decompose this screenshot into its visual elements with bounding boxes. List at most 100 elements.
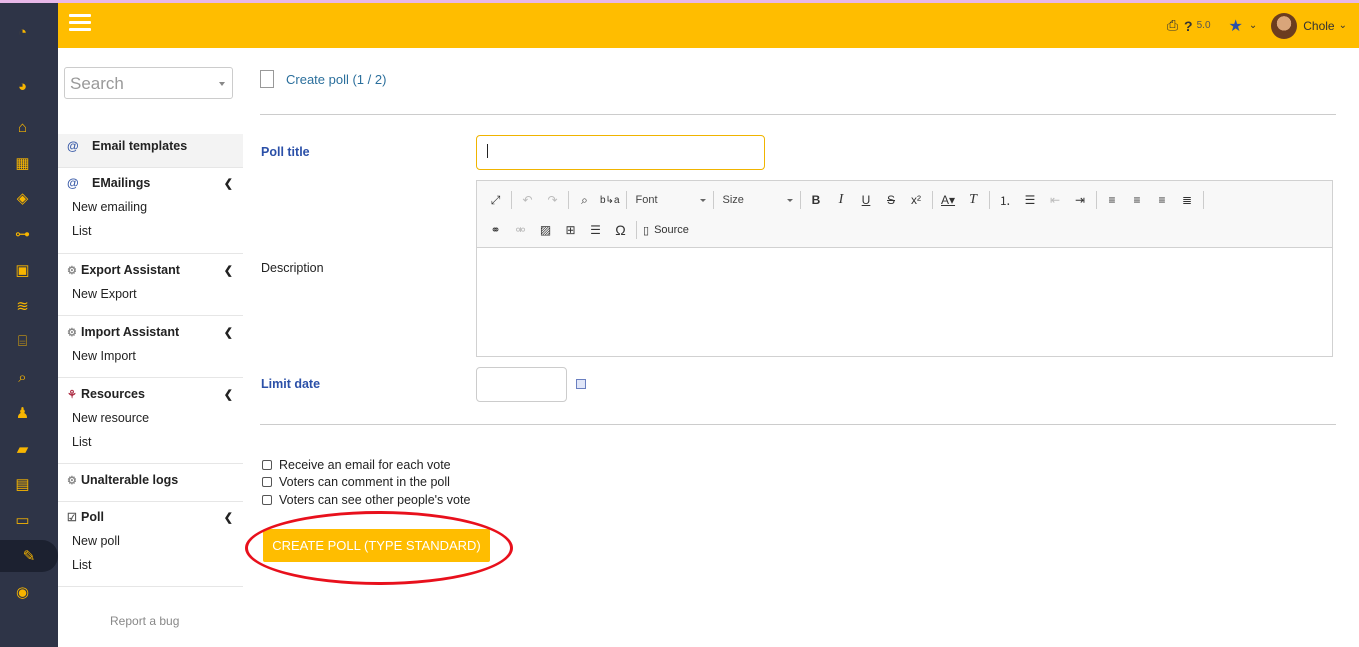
sidebar-item-resource-list[interactable]: List bbox=[58, 430, 243, 454]
table-icon[interactable]: ⊞ bbox=[558, 219, 583, 241]
user-chevron-icon[interactable]: ⌄ bbox=[1339, 20, 1347, 31]
avatar[interactable] bbox=[1271, 12, 1298, 39]
briefcase-icon[interactable]: ▣ bbox=[0, 254, 45, 286]
bold-icon[interactable]: B bbox=[804, 189, 829, 211]
menu-import: ⚙ Import Assistant ❮ New Import bbox=[58, 320, 243, 378]
editor-toolbar: ⤢ ↶ ↷ ⌕ b↳a Font Size B I U S x² A▾ T ⒈ … bbox=[477, 181, 1332, 248]
checkbox-email-each-vote[interactable]: Receive an email for each vote bbox=[262, 458, 451, 472]
maximize-icon[interactable]: ⤢ bbox=[483, 189, 508, 211]
align-right-icon[interactable]: ≡ bbox=[1150, 189, 1175, 211]
menu-emailings-title[interactable]: @ EMailings ❮ bbox=[58, 171, 243, 195]
building-icon[interactable]: ▦ bbox=[0, 147, 45, 179]
sidebar-item-new-poll[interactable]: New poll bbox=[58, 529, 243, 553]
sidebar-item-new-import[interactable]: New Import bbox=[58, 344, 243, 368]
special-char-icon[interactable]: Ω bbox=[608, 219, 633, 241]
checkbox[interactable] bbox=[262, 460, 272, 470]
image-icon[interactable]: ▨ bbox=[533, 219, 558, 241]
search-input[interactable]: Search bbox=[64, 67, 233, 99]
bulleted-list-icon[interactable]: ☰ bbox=[1018, 189, 1043, 211]
menu-unalterable-logs[interactable]: ⚙ Unalterable logs bbox=[58, 468, 243, 502]
source-icon: ▯ bbox=[643, 224, 650, 237]
folder-open-icon[interactable]: ▰ bbox=[0, 433, 45, 465]
divider bbox=[260, 114, 1336, 115]
coins-icon[interactable]: ≋ bbox=[0, 290, 45, 322]
superscript-icon[interactable]: x² bbox=[904, 189, 929, 211]
underline-icon[interactable]: U bbox=[854, 189, 879, 211]
sidebar: Search @ Email templates @ EMailings ❮ N… bbox=[58, 48, 243, 647]
gears-icon: ⚙ bbox=[67, 474, 77, 487]
ticket-icon[interactable]: ▭ bbox=[0, 504, 45, 536]
unlink-icon[interactable]: ⚮ bbox=[508, 219, 533, 241]
source-button[interactable]: ▯ Source bbox=[640, 219, 692, 241]
justify-icon[interactable]: ≣ bbox=[1175, 189, 1200, 211]
checkbox[interactable] bbox=[262, 495, 272, 505]
checkbox-voters-comment[interactable]: Voters can comment in the poll bbox=[262, 475, 450, 489]
size-select-label: Size bbox=[722, 194, 744, 206]
resources-icon: ⚘ bbox=[67, 388, 77, 401]
menu-resources-title[interactable]: ⚘ Resources ❮ bbox=[58, 382, 243, 406]
sitemap-icon[interactable]: ⊶ bbox=[0, 218, 45, 250]
user-tie-icon[interactable]: ♟ bbox=[0, 397, 45, 429]
numbered-list-icon[interactable]: ⒈ bbox=[993, 189, 1018, 211]
main-content: Create poll (1 / 2) Poll title Descripti… bbox=[243, 48, 1359, 647]
checkbox[interactable] bbox=[262, 477, 272, 487]
menu-export-title[interactable]: ⚙ Export Assistant ❮ bbox=[58, 258, 243, 282]
checkbox-label: Voters can see other people's vote bbox=[279, 493, 471, 507]
hamburger-menu-icon[interactable] bbox=[69, 14, 91, 32]
calendar-icon[interactable]: ▤ bbox=[0, 468, 45, 500]
box-icon[interactable]: ◈ bbox=[0, 182, 45, 214]
outdent-icon[interactable]: ⇤ bbox=[1043, 189, 1068, 211]
redo-icon[interactable]: ↷ bbox=[540, 189, 565, 211]
chevron-down-icon bbox=[699, 198, 706, 202]
tools-icon[interactable]: ✎ bbox=[0, 540, 58, 572]
company-logo-icon[interactable]: ◕ bbox=[0, 70, 45, 102]
menu-email-templates[interactable]: @ Email templates bbox=[58, 134, 243, 168]
print-icon[interactable]: ⎙ bbox=[1167, 17, 1178, 34]
limit-date-input[interactable] bbox=[476, 367, 567, 402]
poll-title-input[interactable] bbox=[476, 135, 765, 170]
replace-icon[interactable]: b↳a bbox=[597, 189, 623, 211]
report-bug-link[interactable]: Report a bug bbox=[110, 614, 179, 628]
align-left-icon[interactable]: ≡ bbox=[1100, 189, 1125, 211]
globe-icon[interactable]: ◉ bbox=[0, 576, 45, 608]
sidebar-item-new-emailing[interactable]: New emailing bbox=[58, 195, 243, 219]
link-icon[interactable]: ⚭ bbox=[483, 219, 508, 241]
sidebar-item-poll-list[interactable]: List bbox=[58, 553, 243, 577]
size-select[interactable]: Size bbox=[717, 189, 797, 211]
menu-poll-title[interactable]: ☑ Poll ❮ bbox=[58, 505, 243, 529]
sidebar-item-emailing-list[interactable]: List bbox=[58, 219, 243, 243]
sidebar-item-new-resource[interactable]: New resource bbox=[58, 406, 243, 430]
at-icon: @ bbox=[67, 139, 79, 153]
align-center-icon[interactable]: ≡ bbox=[1125, 189, 1150, 211]
checkbox-voters-see-votes[interactable]: Voters can see other people's vote bbox=[262, 493, 470, 507]
search-dropdown-icon[interactable] bbox=[219, 82, 225, 86]
find-icon[interactable]: ⌕ bbox=[572, 189, 597, 211]
remove-format-icon[interactable]: T bbox=[961, 189, 986, 211]
page-title: Create poll (1 / 2) bbox=[286, 71, 387, 87]
horizontal-line-icon[interactable]: ☰ bbox=[583, 219, 608, 241]
calendar-picker-icon[interactable] bbox=[576, 379, 586, 389]
left-icon-bar: ◔ ◕ ⌂ ▦ ◈ ⊶ ▣ ≋ ⌸ ⌕ ♟ ▰ ▤ ▭ ✎ ◉ bbox=[0, 3, 58, 647]
poll-title-label: Poll title bbox=[261, 145, 310, 159]
italic-icon[interactable]: I bbox=[829, 189, 854, 211]
chevron-down-icon[interactable]: ⌄ bbox=[1249, 20, 1257, 31]
menu-emailings: @ EMailings ❮ New emailing List bbox=[58, 171, 243, 254]
editor-content-area[interactable] bbox=[477, 248, 1332, 356]
font-select[interactable]: Font bbox=[630, 189, 710, 211]
bookmark-star-icon[interactable]: ★ bbox=[1229, 16, 1243, 36]
user-name[interactable]: Chole bbox=[1303, 19, 1334, 33]
menu-poll: ☑ Poll ❮ New poll List bbox=[58, 505, 243, 587]
home-icon[interactable]: ⌂ bbox=[0, 111, 45, 143]
undo-icon[interactable]: ↶ bbox=[515, 189, 540, 211]
indent-icon[interactable]: ⇥ bbox=[1068, 189, 1093, 211]
source-label: Source bbox=[654, 224, 689, 236]
sidebar-item-new-export[interactable]: New Export bbox=[58, 282, 243, 306]
app-logo-icon[interactable]: ◔ bbox=[0, 16, 45, 48]
menu-import-title[interactable]: ⚙ Import Assistant ❮ bbox=[58, 320, 243, 344]
text-color-icon[interactable]: A▾ bbox=[936, 189, 961, 211]
search-dollar-icon[interactable]: ⌕ bbox=[0, 361, 45, 393]
help-icon[interactable]: ? bbox=[1184, 18, 1193, 34]
strikethrough-icon[interactable]: S bbox=[879, 189, 904, 211]
bank-icon[interactable]: ⌸ bbox=[0, 325, 45, 357]
menu-resources: ⚘ Resources ❮ New resource List bbox=[58, 382, 243, 464]
